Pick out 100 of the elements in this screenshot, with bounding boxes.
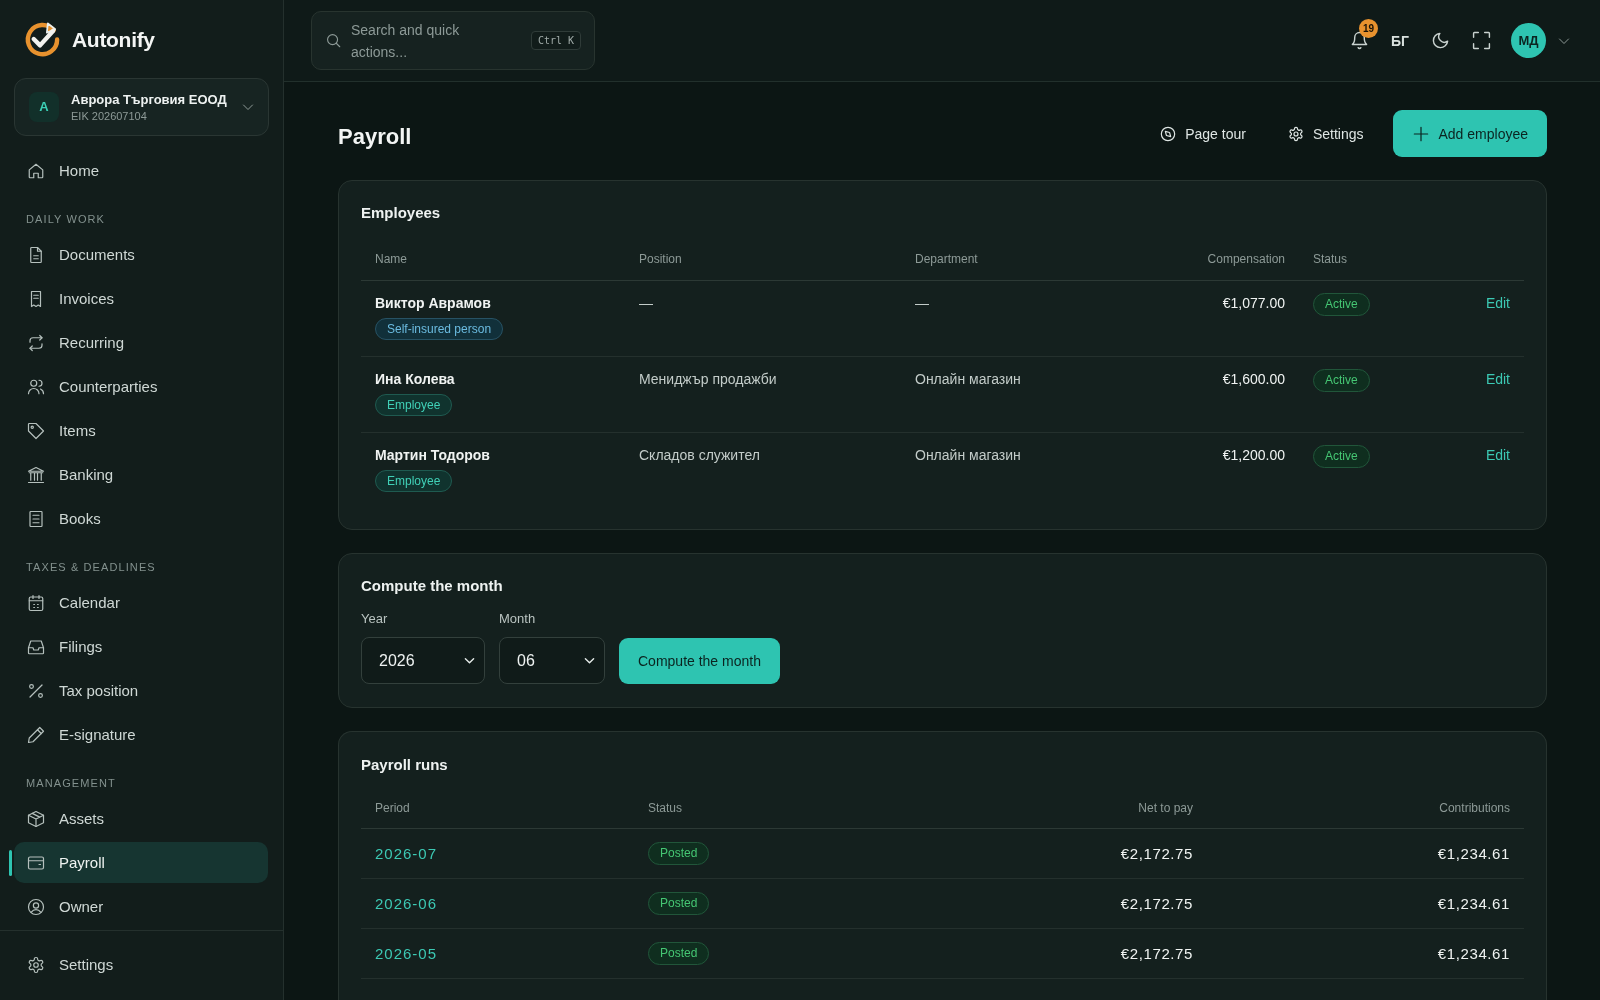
language-button[interactable]: БГ	[1391, 32, 1409, 49]
cube-icon	[27, 809, 45, 828]
home-icon	[27, 161, 45, 180]
employee-name: Виктор Аврамов	[375, 294, 491, 313]
organization-id: EIK 202607104	[71, 109, 148, 122]
nav-item[interactable]: Documents	[14, 234, 268, 275]
card-title: Compute the month	[361, 576, 504, 596]
nav-item[interactable]: Counterparties	[14, 366, 268, 407]
nav-item[interactable]: Banking	[14, 454, 268, 495]
card-title: Payroll runs	[361, 755, 449, 775]
status-pill: Posted	[648, 942, 710, 965]
employee-type-tag: Self-insured person	[375, 318, 504, 340]
user-circle-icon	[27, 897, 45, 916]
nav-item[interactable]: Payroll	[14, 842, 268, 883]
brand-name: Autonify	[72, 27, 155, 52]
nav-section-heading: TAXES & DEADLINES	[25, 560, 157, 575]
status-pill: Active	[1313, 293, 1370, 316]
chevron-down-icon	[584, 655, 595, 666]
settings-icon	[1287, 125, 1304, 142]
selection-indicator	[9, 849, 12, 876]
nav-item[interactable]: Calendar	[14, 582, 268, 623]
inbox-tray-icon	[27, 637, 45, 656]
wallet-icon	[27, 853, 45, 872]
month-select[interactable]: 06	[499, 637, 605, 684]
period-link[interactable]: 2026-05	[375, 945, 438, 962]
moon-icon[interactable]	[1431, 31, 1450, 50]
table-cell-text: Онлайн магазин	[914, 370, 1022, 389]
calendar-icon	[27, 593, 45, 612]
nav-item[interactable]: Home	[14, 150, 268, 191]
column-header: Compensation	[1206, 252, 1286, 266]
nav-item[interactable]: Assets	[14, 798, 268, 839]
table-cell-text: €2,172.75	[1119, 893, 1194, 914]
document-icon	[27, 245, 45, 264]
user-avatar[interactable]: МД	[1511, 23, 1546, 58]
table-cell-text: —	[914, 294, 930, 313]
nav-item[interactable]: Recurring	[14, 322, 268, 363]
column-header: Name	[374, 252, 408, 266]
field-label: Month	[499, 611, 537, 627]
search-icon	[326, 33, 341, 48]
nav-item[interactable]: Books	[14, 498, 268, 539]
card-title: Employees	[361, 203, 442, 223]
repeat-arrows-icon	[27, 333, 45, 352]
organization-avatar: A	[29, 91, 59, 122]
edit-link[interactable]: Edit	[1485, 445, 1510, 465]
employee-type-tag: Employee	[375, 470, 453, 492]
table-cell-text: €1,600.00	[1221, 370, 1286, 389]
nav-item[interactable]: Items	[14, 410, 268, 451]
tag-icon	[27, 421, 45, 440]
column-header: Period	[374, 800, 411, 815]
table-cell-text: €2,172.75	[1119, 943, 1194, 964]
field-label: Year	[361, 611, 389, 627]
nav-section-heading: MANAGEMENT	[25, 776, 117, 791]
column-header: Department	[914, 252, 979, 266]
add-employee-button[interactable]: Add employee	[1393, 110, 1547, 157]
table-cell-text: —	[638, 294, 654, 313]
table-cell-text: Складов служител	[638, 446, 761, 465]
employee-type-tag: Employee	[375, 394, 453, 416]
nav-item[interactable]: Filings	[14, 626, 268, 667]
column-header: Status	[647, 800, 684, 815]
nav-item[interactable]: Tax position	[14, 670, 268, 711]
percent-icon	[27, 681, 45, 700]
table-cell-text: Мениджър продажби	[638, 370, 778, 389]
search-input[interactable]: Search and quick actions...	[351, 18, 511, 63]
organization-name: Аврора Търговия ЕООД	[71, 91, 228, 107]
fullscreen-icon[interactable]	[1472, 31, 1491, 50]
edit-link[interactable]: Edit	[1485, 293, 1510, 313]
table-cell-text: €1,234.61	[1436, 843, 1511, 864]
status-pill: Posted	[648, 842, 710, 865]
plus-icon	[1413, 125, 1430, 142]
toolbar-button[interactable]: Page tour	[1148, 110, 1258, 157]
nav-item[interactable]: E-signature	[14, 714, 268, 755]
nav-item[interactable]: Settings	[14, 944, 268, 985]
bank-icon	[27, 465, 45, 484]
organization-switcher[interactable]: A Аврора Търговия ЕООД EIK 202607104	[14, 77, 269, 136]
period-link[interactable]: 2026-06	[375, 895, 438, 912]
table-cell-text: €1,234.61	[1436, 893, 1511, 914]
nav-item[interactable]: Invoices	[14, 278, 268, 319]
nav-section-heading: DAILY WORK	[25, 212, 107, 227]
nav-item[interactable]: Owner	[14, 886, 268, 927]
edit-link[interactable]: Edit	[1485, 369, 1510, 389]
column-header: Net to pay	[1137, 800, 1194, 815]
page-title: Payroll	[338, 122, 412, 150]
search-field[interactable]: Search and quick actions... Ctrl K	[311, 11, 595, 70]
notification-count: 19	[1359, 19, 1378, 38]
compass-icon	[1160, 125, 1177, 142]
table-cell-text: €1,234.61	[1436, 943, 1511, 964]
bell-icon[interactable]	[1350, 31, 1369, 50]
toolbar-button[interactable]: Settings	[1275, 110, 1376, 157]
employee-name: Ина Колева	[375, 370, 455, 389]
table-cell-text: €1,077.00	[1221, 294, 1286, 313]
compute-button[interactable]: Compute the month	[619, 638, 780, 684]
pencil-icon	[27, 725, 45, 744]
table-cell-text: €2,172.75	[1119, 843, 1194, 864]
column-header: Position	[638, 252, 683, 266]
year-select[interactable]: 2026	[361, 637, 485, 684]
column-header: Status	[1312, 252, 1349, 266]
status-pill: Posted	[648, 892, 710, 915]
chevron-down-icon	[464, 655, 475, 666]
table-cell-text: Онлайн магазин	[914, 446, 1022, 465]
period-link[interactable]: 2026-07	[375, 845, 438, 862]
